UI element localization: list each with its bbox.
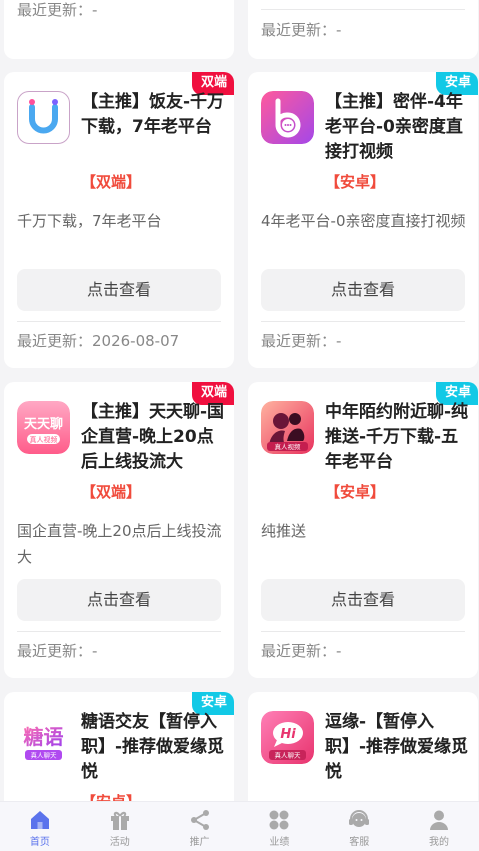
card-divider <box>261 9 465 10</box>
tab-label: 首页 <box>29 837 50 848</box>
gift-icon <box>110 811 129 830</box>
card-divider <box>17 321 221 322</box>
svg-text:真人聊天: 真人聊天 <box>275 751 302 760</box>
tab-label: 推广 <box>189 837 210 848</box>
card-divider <box>261 631 465 632</box>
app-card-douyuan[interactable]: Hi 真人聊天 逗缘-【暂停入职】-推荐做爱缘觅悦 <box>248 692 478 801</box>
fanyou-logo-icon <box>17 91 70 144</box>
card-divider <box>261 321 465 322</box>
tab-label: 客服 <box>349 837 370 848</box>
svg-text:天天聊: 天天聊 <box>24 416 63 432</box>
app-list-viewport[interactable]: 最近更新：- 最近更新：- 双端 【主推】饭友-千万下载，7年老平台 【双端】 … <box>0 0 479 801</box>
home-icon <box>30 811 49 829</box>
last-updated-text: 最近更新：- <box>261 332 342 350</box>
miban-logo-icon <box>261 91 314 144</box>
last-updated-text: 最近更新：- <box>261 21 342 39</box>
tab-home[interactable]: 首页 <box>0 802 80 851</box>
svg-text:真人聊天: 真人聊天 <box>31 751 58 760</box>
app-title[interactable]: 【主推】饭友-千万下载，7年老平台 <box>81 90 226 140</box>
platform-tag: 【双端】 <box>81 173 142 191</box>
tab-support[interactable]: 客服 <box>319 802 399 851</box>
app-title[interactable]: 中年陌约附近聊-纯推送-千万下载-五年老平台 <box>325 400 470 475</box>
view-button[interactable]: 点击查看 <box>261 269 465 311</box>
moyue-logo-icon: 真人视频 <box>261 401 314 454</box>
last-updated-text: 最近更新：- <box>17 1 98 19</box>
app-description: 4年老平台-0亲密度直接打视频 <box>261 212 466 230</box>
tab-label: 业绩 <box>269 837 290 848</box>
bottom-tab-bar: 首页 活动 推广 业绩 客服 我的 <box>0 801 479 851</box>
app-card-moyue[interactable]: 安卓 真人视频 中年陌约附近聊-纯推送-千万下载-五年老平台 【安卓】 纯推送 … <box>248 382 478 678</box>
user-icon <box>430 810 449 830</box>
tab-activity[interactable]: 活动 <box>80 802 160 851</box>
app-card-fanyou[interactable]: 双端 【主推】饭友-千万下载，7年老平台 【双端】 千万下载，7年老平台 点击查… <box>4 72 234 368</box>
app-title[interactable]: 【主推】天天聊-国企直营-晚上20点后上线投流大 <box>81 400 226 475</box>
tangyu-logo-icon: 糖语 真人聊天 <box>17 711 70 764</box>
grid-icon <box>269 810 289 830</box>
app-card-miban[interactable]: 安卓 【主推】密伴-4年老平台-0亲密度直接打视频 【安卓】 4年老平台-0亲密… <box>248 72 478 368</box>
tab-performance[interactable]: 业绩 <box>239 802 319 851</box>
platform-tag: 【双端】 <box>81 483 142 501</box>
platform-tag: 【安卓】 <box>325 483 386 501</box>
tiantianliao-logo-icon: 天天聊 真人视频 <box>17 401 70 454</box>
app-title[interactable]: 【主推】密伴-4年老平台-0亲密度直接打视频 <box>325 90 470 165</box>
app-card-tiantianliao[interactable]: 双端 天天聊 真人视频 【主推】天天聊-国企直营-晚上20点后上线投流大 【双端】… <box>4 382 234 678</box>
tab-mine[interactable]: 我的 <box>399 802 479 851</box>
platform-tag: 【安卓】 <box>81 792 141 801</box>
headset-icon <box>349 810 370 827</box>
svg-text:糖语: 糖语 <box>24 725 64 749</box>
card-divider <box>17 631 221 632</box>
app-card-tangyu[interactable]: 安卓 糖语真人聊天 糖语交友【暂停入职】-推荐做爱缘觅悦 【安卓】 <box>4 692 234 801</box>
svg-text:真人视频: 真人视频 <box>30 435 58 444</box>
svg-text:Hi: Hi <box>280 727 296 742</box>
tab-label: 活动 <box>109 837 130 848</box>
tab-label: 我的 <box>429 837 450 848</box>
app-title[interactable]: 逗缘-【暂停入职】-推荐做爱缘觅悦 <box>325 710 470 785</box>
view-button[interactable]: 点击查看 <box>17 269 221 311</box>
tab-promote[interactable]: 推广 <box>160 802 240 851</box>
app-card[interactable]: 最近更新：- <box>4 0 234 59</box>
last-updated-text: 最近更新：- <box>17 642 98 660</box>
app-card[interactable]: 最近更新：- <box>248 0 478 59</box>
app-description: 纯推送 <box>261 522 307 540</box>
platform-tag: 【安卓】 <box>325 173 386 191</box>
share-icon <box>190 810 209 830</box>
view-button[interactable]: 点击查看 <box>17 579 221 621</box>
douyuan-logo-icon: Hi 真人聊天 <box>261 711 314 764</box>
svg-text:真人视频: 真人视频 <box>275 442 302 451</box>
last-updated-text: 最近更新：2026-08-07 <box>17 332 180 350</box>
app-description: 千万下载，7年老平台 <box>17 212 162 230</box>
app-title[interactable]: 糖语交友【暂停入职】-推荐做爱缘觅悦 <box>81 710 226 785</box>
view-button[interactable]: 点击查看 <box>261 579 465 621</box>
last-updated-text: 最近更新：- <box>261 642 342 660</box>
app-description: 国企直营-晚上20点后上线投流大 <box>17 522 222 566</box>
